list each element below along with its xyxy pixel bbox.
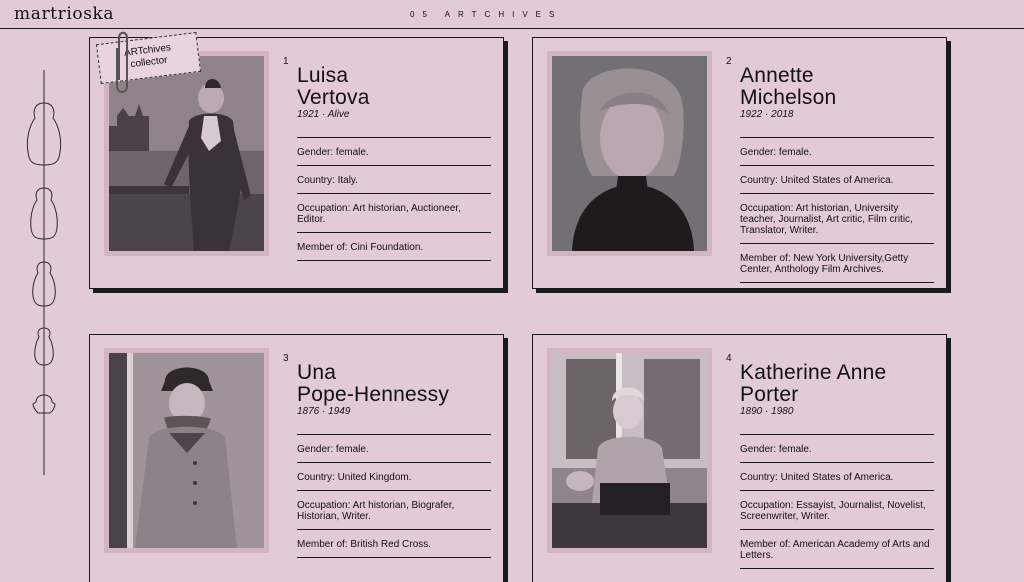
life-dates: 1922 · 2018 <box>740 109 794 120</box>
artist-first-name: Luisa <box>297 64 349 87</box>
portrait-frame <box>547 348 712 553</box>
gender-fact: Gender: female. <box>297 137 491 165</box>
member-fact: Member of: Cini Foundation. <box>297 232 491 261</box>
logo[interactable]: martrioska <box>14 4 114 24</box>
top-bar: martrioska 05 ARTCHIVES <box>0 0 1024 29</box>
artist-first-name: Una <box>297 361 337 384</box>
facts-list: Gender: female. Country: Italy. Occupati… <box>297 137 491 261</box>
artist-name[interactable]: Luisa Vertova <box>297 65 497 109</box>
facts-list: Gender: female. Country: United Kingdom.… <box>297 434 491 558</box>
paperclip-icon <box>116 31 128 93</box>
life-dates: 1890 · 1980 <box>740 406 794 417</box>
artist-last-name: Porter <box>740 383 799 406</box>
artist-last-name: Michelson <box>740 86 837 109</box>
life-dates: 1921 · Alive <box>297 109 350 120</box>
country-fact: Country: Italy. <box>297 165 491 193</box>
facts-list: Gender: female. Country: United States o… <box>740 137 934 283</box>
page-title: 05 ARTCHIVES <box>410 10 563 19</box>
life-dates: 1876 · 1949 <box>297 406 351 417</box>
occupation-fact: Occupation: Essayist, Journalist, Noveli… <box>740 490 934 529</box>
member-fact: Member of: American Academy of Arts and … <box>740 529 934 569</box>
artist-name[interactable]: Una Pope-Hennessy <box>297 362 497 406</box>
occupation-fact: Occupation: Art historian, Auctioneer, E… <box>297 193 491 232</box>
card-number: 2 <box>726 56 732 67</box>
occupation-fact: Occupation: Art historian, Biografer, Hi… <box>297 490 491 529</box>
gender-fact: Gender: female. <box>740 434 934 462</box>
artist-name[interactable]: Katherine Anne Porter <box>740 362 940 406</box>
portrait-photo[interactable] <box>552 353 707 548</box>
portrait-photo[interactable] <box>552 56 707 251</box>
artist-card-2[interactable]: 2 Annette Michelson 1922 · 2018 Gender: … <box>532 37 947 289</box>
portrait-frame <box>547 51 712 256</box>
artist-last-name: Pope-Hennessy <box>297 383 450 406</box>
matryoshka-rail-icon <box>26 70 62 475</box>
artist-name[interactable]: Annette Michelson <box>740 65 940 109</box>
portrait-photo[interactable] <box>109 56 264 251</box>
facts-list: Gender: female. Country: United States o… <box>740 434 934 569</box>
artist-last-name: Vertova <box>297 86 370 109</box>
artist-first-name: Annette <box>740 64 814 87</box>
artist-card-4[interactable]: 4 Katherine Anne Porter 1890 · 1980 Gend… <box>532 334 947 582</box>
country-fact: Country: United Kingdom. <box>297 462 491 490</box>
occupation-fact: Occupation: Art historian, University te… <box>740 193 934 243</box>
country-fact: Country: United States of America. <box>740 165 934 193</box>
artist-card-3[interactable]: 3 Una Pope-Hennessy 1876 · 1949 Gender: … <box>89 334 504 582</box>
portrait-frame <box>104 348 269 553</box>
portrait-photo[interactable] <box>109 353 264 548</box>
gender-fact: Gender: female. <box>297 434 491 462</box>
member-fact: Member of: British Red Cross. <box>297 529 491 558</box>
country-fact: Country: United States of America. <box>740 462 934 490</box>
card-number: 1 <box>283 56 289 67</box>
card-number: 3 <box>283 353 289 364</box>
member-fact: Member of: New York University,Getty Cen… <box>740 243 934 283</box>
artist-first-name: Katherine Anne <box>740 361 887 384</box>
card-number: 4 <box>726 353 732 364</box>
matryoshka-rail[interactable] <box>0 30 80 582</box>
gender-fact: Gender: female. <box>740 137 934 165</box>
